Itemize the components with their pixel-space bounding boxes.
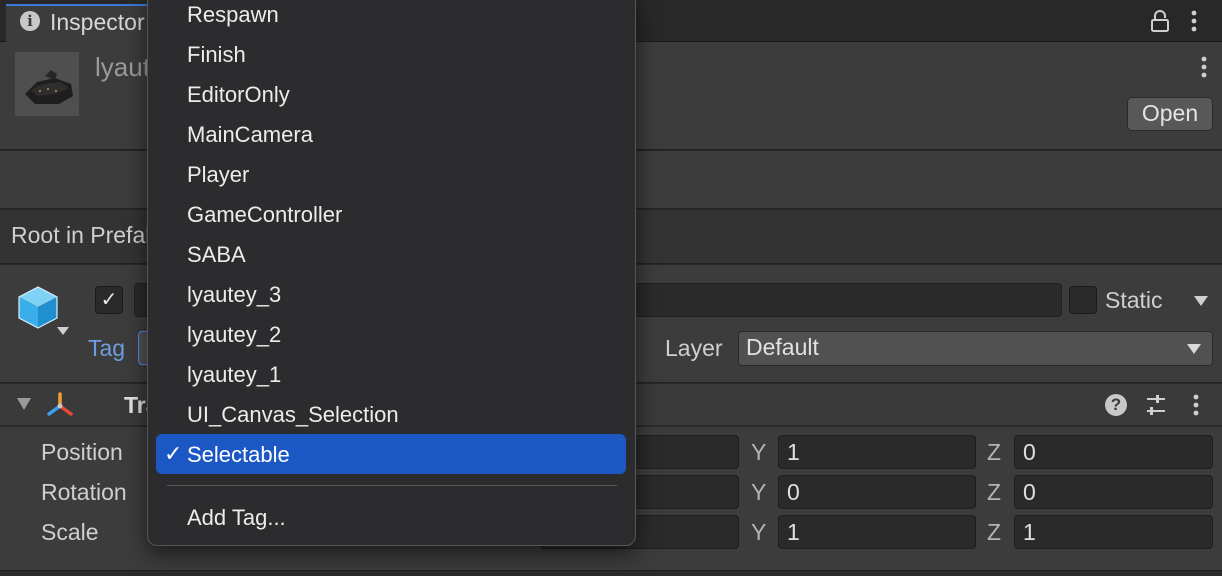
menu-item-gamecontroller[interactable]: GameController (187, 202, 342, 228)
component-divider (0, 570, 1222, 576)
menu-item-saba[interactable]: SABA (187, 242, 246, 268)
static-checkbox[interactable] (1069, 286, 1097, 314)
rotation-z-field[interactable]: 0 (1014, 475, 1213, 509)
scale-y-field[interactable]: 1 (778, 515, 976, 549)
menu-item-editoronly[interactable]: EditorOnly (187, 82, 290, 108)
scale-y-axis-label: Y (751, 519, 767, 545)
tab-more-icon[interactable] (1186, 8, 1202, 34)
help-icon[interactable]: ? (1105, 394, 1127, 416)
transform-more-icon[interactable] (1188, 392, 1204, 418)
prefab-thumbnail-icon (15, 52, 79, 116)
tab-inspector-label: Inspector (50, 9, 145, 35)
menu-separator (167, 485, 617, 486)
menu-item-lyautey-2[interactable]: lyautey_2 (187, 322, 281, 348)
scale-z-axis-label: Z (987, 519, 1002, 545)
tag-label: Tag (88, 335, 126, 361)
layer-value: Default (746, 334, 819, 360)
prefab-more-icon[interactable] (1196, 54, 1212, 80)
rotation-y-axis-label: Y (751, 479, 767, 505)
active-checkbox[interactable]: ✓ (95, 286, 123, 314)
layer-chevron-down-icon (1187, 344, 1201, 354)
rotation-z-axis-label: Z (987, 479, 1002, 505)
rotation-y-field[interactable]: 0 (778, 475, 976, 509)
lock-icon[interactable] (1151, 10, 1169, 32)
static-label: Static (1105, 287, 1163, 313)
rotation-label: Rotation (41, 479, 127, 505)
scale-label: Scale (41, 519, 99, 545)
menu-item-selectable[interactable]: Selectable (187, 442, 290, 468)
checkmark-icon: ✓ (164, 441, 183, 466)
menu-item-lyautey-1[interactable]: lyautey_1 (187, 362, 281, 388)
menu-item-ui-canvas-selection[interactable]: UI_Canvas_Selection (187, 402, 399, 428)
foldout-arrow-icon[interactable] (16, 397, 32, 411)
menu-item-add-tag[interactable]: Add Tag... (187, 505, 286, 531)
position-label: Position (41, 439, 123, 465)
transform-axes-icon (47, 392, 73, 416)
info-icon: i (20, 11, 40, 31)
position-z-field[interactable]: 0 (1014, 435, 1213, 469)
open-prefab-button[interactable]: Open (1127, 97, 1213, 131)
position-y-axis-label: Y (751, 439, 767, 465)
scale-z-field[interactable]: 1 (1014, 515, 1213, 549)
layer-label: Layer (665, 335, 723, 361)
presets-sliders-icon[interactable] (1145, 393, 1167, 417)
gameobject-cube-icon[interactable] (16, 284, 60, 330)
menu-item-maincamera[interactable]: MainCamera (187, 122, 313, 148)
menu-item-player[interactable]: Player (187, 162, 249, 188)
position-y-field[interactable]: 1 (778, 435, 976, 469)
menu-item-finish[interactable]: Finish (187, 42, 246, 68)
position-z-axis-label: Z (987, 439, 1002, 465)
menu-item-lyautey-3[interactable]: lyautey_3 (187, 282, 281, 308)
icon-dropdown-icon[interactable] (56, 326, 70, 336)
static-dropdown-icon[interactable] (1193, 295, 1209, 307)
menu-item-respawn[interactable]: Respawn (187, 2, 279, 28)
